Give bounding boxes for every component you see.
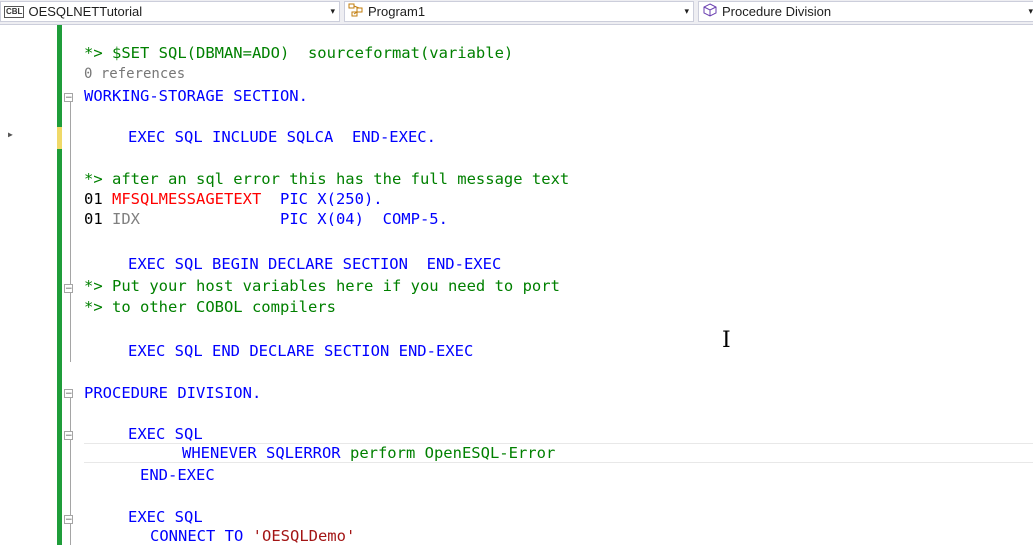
- code-line-working-storage[interactable]: WORKING-STORAGE SECTION.: [84, 87, 308, 106]
- change-indicator-saved: [57, 149, 62, 545]
- code-line-end-declare[interactable]: EXEC SQL END DECLARE SECTION END-EXEC: [128, 342, 473, 361]
- variable-name: MFSQLMESSAGETEXT: [112, 190, 262, 208]
- fold-toggle-icon[interactable]: −: [64, 93, 73, 103]
- class-dropdown[interactable]: Program1 ▾: [344, 1, 694, 22]
- chevron-down-icon[interactable]: ▾: [330, 6, 335, 17]
- code-line-exec-sql[interactable]: EXEC SQL: [128, 508, 203, 527]
- spacing: [261, 190, 280, 208]
- connect-string: 'OESQLDemo': [252, 527, 356, 545]
- text-cursor-icon: I: [722, 328, 731, 353]
- perform-clause: perform OpenESQL-Error: [349, 444, 556, 462]
- project-dropdown[interactable]: CBL OESQLNETTutorial ▾: [0, 1, 340, 22]
- glyph-margin[interactable]: [0, 25, 40, 545]
- level-number: 01: [84, 190, 112, 208]
- codelens-references[interactable]: 0 references: [84, 65, 185, 84]
- variable-name: IDX: [112, 210, 140, 228]
- member-label: Procedure Division: [722, 4, 832, 19]
- code-line-begin-declare[interactable]: EXEC SQL BEGIN DECLARE SECTION END-EXEC: [128, 255, 501, 274]
- connect-keyword: CONNECT TO: [150, 527, 253, 545]
- fold-toggle-icon[interactable]: −: [64, 389, 73, 399]
- level-number: 01: [84, 210, 112, 228]
- code-line-connect[interactable]: CONNECT TO 'OESQLDemo': [150, 527, 355, 546]
- cobol-project-icon: CBL: [4, 5, 25, 18]
- pic-clause: PIC X(04) COMP-5.: [279, 210, 448, 228]
- class-label: Program1: [368, 4, 426, 19]
- change-indicator-unsaved: [57, 127, 62, 149]
- code-line-exec-include[interactable]: EXEC SQL INCLUDE SQLCA END-EXEC.: [128, 128, 436, 147]
- cube-icon: [702, 3, 718, 20]
- code-line-procedure-division[interactable]: PROCEDURE DIVISION.: [84, 384, 261, 403]
- chevron-down-icon[interactable]: ▾: [684, 6, 689, 17]
- code-line-comment[interactable]: *> after an sql error this has the full …: [84, 170, 569, 189]
- pic-clause: PIC X(250).: [279, 190, 383, 208]
- whenever-keyword: WHENEVER SQLERROR: [182, 444, 350, 462]
- code-line-end-exec[interactable]: END-EXEC: [140, 466, 215, 485]
- code-line-idx[interactable]: 01 IDX PIC X(04) COMP-5.: [84, 210, 448, 229]
- code-line-comment[interactable]: *> Put your host variables here if you n…: [84, 277, 560, 296]
- breakpoint-arrow-icon: ▶: [8, 130, 13, 139]
- navigation-bar: CBL OESQLNETTutorial ▾ Program1 ▾ Proced…: [0, 0, 1033, 25]
- code-line-exec-sql[interactable]: EXEC SQL: [128, 425, 203, 444]
- code-line-mfsqlmessagetext[interactable]: 01 MFSQLMESSAGETEXT PIC X(250).: [84, 190, 383, 209]
- outline-guide: [70, 102, 71, 362]
- fold-toggle-icon[interactable]: −: [64, 515, 73, 525]
- fold-toggle-icon[interactable]: −: [64, 431, 73, 441]
- project-label: OESQLNETTutorial: [28, 4, 143, 19]
- code-line-comment[interactable]: *> to other COBOL compilers: [84, 298, 336, 317]
- code-line-whenever[interactable]: WHENEVER SQLERROR perform OpenESQL-Error: [182, 444, 555, 463]
- spacing: [140, 210, 280, 228]
- chevron-down-icon[interactable]: ▾: [1028, 6, 1033, 17]
- class-icon: [348, 3, 364, 20]
- code-line-directive[interactable]: *> $SET SQL(DBMAN=ADO) sourceformat(vari…: [84, 44, 513, 63]
- change-indicator-saved: [57, 25, 62, 127]
- member-dropdown[interactable]: Procedure Division ▾: [698, 1, 1033, 22]
- fold-toggle-icon[interactable]: −: [64, 284, 73, 294]
